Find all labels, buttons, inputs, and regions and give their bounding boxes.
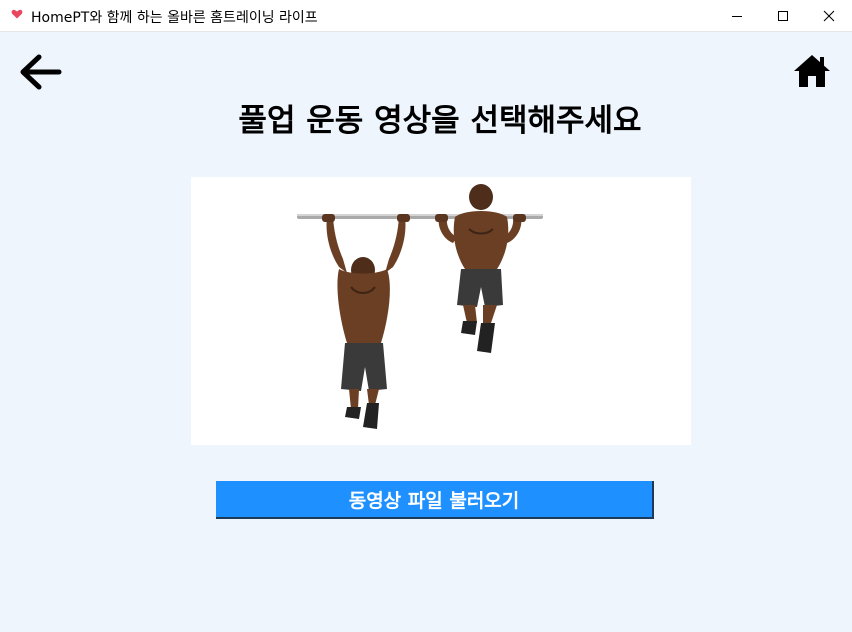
title-bar: HomePT와 함께 하는 올바른 홈트레이닝 라이프 <box>0 0 852 32</box>
pull-up-illustration <box>297 184 543 429</box>
home-icon <box>794 55 830 87</box>
exercise-image <box>191 177 691 445</box>
minimize-icon <box>732 15 742 17</box>
load-video-button[interactable]: 동영상 파일 불러오기 <box>216 481 654 519</box>
window-title: HomePT와 함께 하는 올바른 홈트레이닝 라이프 <box>31 10 318 26</box>
home-button[interactable] <box>792 52 832 90</box>
close-icon <box>823 10 835 21</box>
page-title: 풀업 운동 영상을 선택해주세요 <box>238 103 642 139</box>
maximize-icon <box>778 10 788 21</box>
minimize-button[interactable] <box>714 0 760 31</box>
maximize-button[interactable] <box>760 0 806 31</box>
close-button[interactable] <box>806 0 852 31</box>
arrow-left-icon <box>20 54 62 90</box>
main-content: 풀업 운동 영상을 선택해주세요 동영상 파일 불러오기 <box>0 31 852 632</box>
back-button[interactable] <box>18 53 64 91</box>
heart-icon <box>11 9 23 19</box>
